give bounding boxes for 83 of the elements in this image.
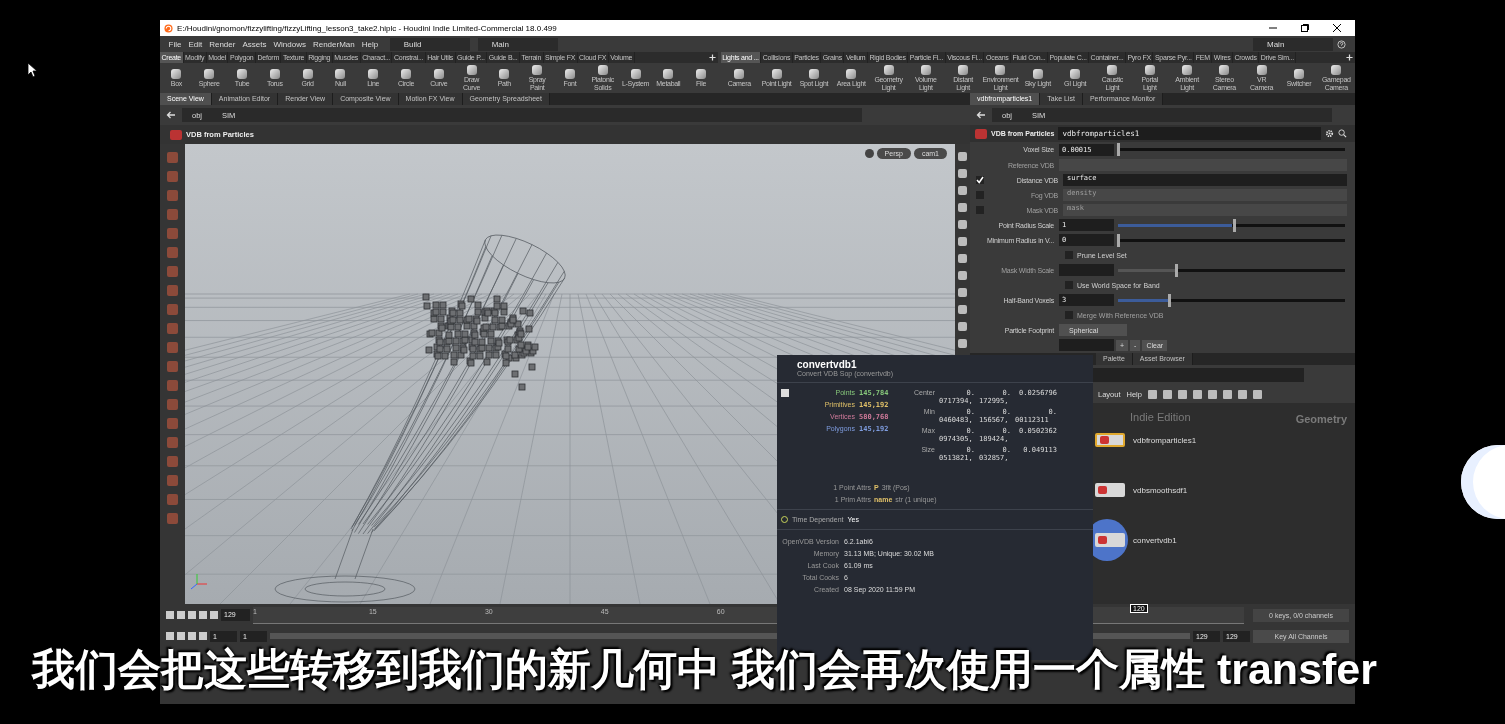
shelf-tool-icon[interactable] xyxy=(958,65,969,75)
shelf-tool-icon[interactable] xyxy=(846,68,857,79)
shelf-tool-icon[interactable] xyxy=(1331,65,1342,75)
vdb-node-icon xyxy=(170,129,182,140)
shelf-tool-icon[interactable] xyxy=(204,68,215,79)
search-icon[interactable] xyxy=(1338,129,1347,139)
shelf-tool-icon[interactable] xyxy=(1144,65,1155,75)
shelf-tool-icon[interactable] xyxy=(1256,65,1267,75)
houdini-logo-icon xyxy=(164,23,173,33)
shelf-tool-icon[interactable] xyxy=(171,68,182,79)
menu-item[interactable]: Windows xyxy=(269,39,310,49)
menu-item[interactable]: Help xyxy=(358,39,382,49)
shelf-tool-icon[interactable] xyxy=(1032,68,1043,79)
slider-handle[interactable] xyxy=(1232,218,1236,232)
slider-track[interactable] xyxy=(1116,263,1347,277)
shelf-tool-icon[interactable] xyxy=(302,68,313,79)
checkbox[interactable] xyxy=(1065,281,1073,290)
add-tab-icon[interactable] xyxy=(708,54,716,61)
shelf-tool-icon[interactable] xyxy=(237,68,247,79)
shelf-tool-icon[interactable] xyxy=(1070,68,1081,79)
vdb-node-icon xyxy=(975,128,987,139)
slider-track[interactable] xyxy=(1116,233,1347,247)
checkbox[interactable] xyxy=(976,176,984,185)
popup-title: convertvdb1 xyxy=(797,359,858,370)
shelf-tool-icon[interactable] xyxy=(1294,68,1304,79)
node-name: convertvdb1 xyxy=(1133,535,1177,545)
node-name: vdbfromparticles1 xyxy=(1133,435,1197,445)
menu-item[interactable]: Assets xyxy=(238,39,270,49)
menu-item[interactable]: RenderMan xyxy=(309,39,359,49)
slider-handle[interactable] xyxy=(1117,143,1120,157)
shelf-tool-icon[interactable] xyxy=(808,68,819,79)
shelf-tool-icon[interactable] xyxy=(269,68,280,79)
node-name: vdbsmoothsdf1 xyxy=(1133,485,1188,495)
mouse-cursor-icon xyxy=(27,62,37,78)
menu-item[interactable]: File xyxy=(165,39,185,49)
menu-item[interactable]: Edit xyxy=(184,39,206,49)
back-arrow-icon[interactable] xyxy=(166,111,176,119)
gear-icon[interactable] xyxy=(1325,129,1334,139)
geometry-icon xyxy=(781,389,789,397)
shelf-tool-icon[interactable] xyxy=(630,68,641,79)
video-subtitle: 我们会把这些转移到我们的新几何中 我们会再次使用一个属性 transfer xyxy=(32,644,1377,695)
slider-track[interactable] xyxy=(1116,293,1347,307)
slider-track[interactable] xyxy=(1116,143,1347,157)
input-field[interactable] xyxy=(1059,339,1114,352)
window-title: E:/Houdini/gnomon/fizzylifting/fizzyLifting_lesson3_take2.hiplc - Houdini Indie Limited-Commercial 18.0.499 xyxy=(177,23,557,33)
network-node[interactable] xyxy=(1095,433,1125,447)
desktop-dropdown[interactable]: Main xyxy=(477,37,558,51)
add-tab-icon[interactable] xyxy=(1346,54,1353,61)
desktop-dropdown[interactable]: Main xyxy=(1253,37,1333,51)
shelf-tool-icon[interactable] xyxy=(883,65,894,75)
shelf-tool-icon[interactable] xyxy=(433,68,444,79)
desktop-dropdown[interactable]: Build xyxy=(389,37,470,51)
shelf-tool-icon[interactable] xyxy=(499,68,510,79)
shelf-tool-icon[interactable] xyxy=(1182,65,1193,75)
back-arrow-icon[interactable] xyxy=(976,111,986,119)
shelf-tool-icon[interactable] xyxy=(564,68,575,79)
shelf-tool-icon[interactable] xyxy=(920,65,931,75)
shelf-tool-icon[interactable] xyxy=(335,68,346,79)
shelf-tool-icon[interactable] xyxy=(532,65,543,75)
network-node[interactable] xyxy=(1095,483,1125,497)
slider-handle[interactable] xyxy=(1167,293,1171,307)
shelf-tool-icon[interactable] xyxy=(466,65,477,75)
slider-handle[interactable] xyxy=(1117,233,1120,247)
context-label: Geometry xyxy=(1295,413,1347,425)
shelf-tool-icon[interactable] xyxy=(400,68,411,79)
shelf-tool-icon[interactable] xyxy=(1219,65,1230,75)
shelf-tool-icon[interactable] xyxy=(368,68,379,79)
shelf-tool-icon[interactable] xyxy=(597,65,608,75)
shelf-tool-icon[interactable] xyxy=(995,65,1006,75)
menu-item[interactable]: Render xyxy=(205,39,239,49)
network-node[interactable] xyxy=(1095,533,1125,547)
shelf-tool-icon[interactable] xyxy=(696,68,707,79)
maximize-icon[interactable] xyxy=(1300,23,1310,33)
close-icon[interactable] xyxy=(1332,23,1342,33)
shelf-tool-icon[interactable] xyxy=(1107,65,1118,75)
shelf-tool-icon[interactable] xyxy=(734,68,745,79)
help-icon[interactable] xyxy=(1337,39,1346,49)
edition-label: Indie Edition xyxy=(1130,411,1191,423)
value-field[interactable] xyxy=(1059,264,1114,277)
shelf-tool-icon[interactable] xyxy=(663,68,674,79)
shelf-tool-icon[interactable] xyxy=(771,68,782,79)
checkbox[interactable] xyxy=(1065,251,1073,260)
slider-track[interactable] xyxy=(1116,218,1347,232)
